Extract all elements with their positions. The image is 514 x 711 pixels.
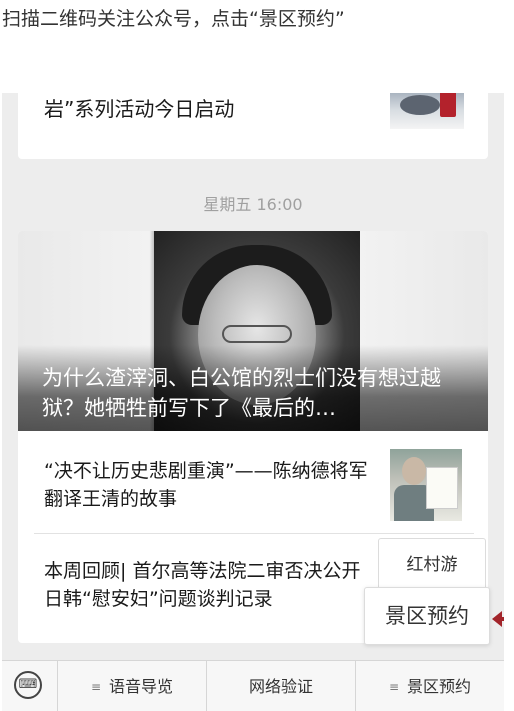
article-thumbnail bbox=[390, 93, 464, 129]
list-item[interactable]: “决不让历史悲剧重演”——陈纳德将军翻译王清的故事 bbox=[44, 457, 374, 513]
keyboard-toggle-button[interactable]: ⌨ bbox=[2, 661, 58, 711]
article-title: 岩”系列活动今日启动 bbox=[44, 97, 235, 121]
menu-lines-icon: ≡ bbox=[388, 680, 400, 694]
divider bbox=[34, 533, 474, 534]
menu-item-scenic-booking[interactable]: 景区预约 bbox=[364, 587, 490, 645]
hero-article-title: 为什么渣滓洞、白公馆的烈士们没有想过越狱？她牺牲前写下了《最后的… bbox=[42, 366, 441, 420]
official-account-menu-bar: ⌨ ≡ 语音导览 网络验证 ≡ 景区预约 bbox=[2, 660, 504, 711]
menu-label: 网络验证 bbox=[248, 677, 313, 696]
menu-audio-guide[interactable]: ≡ 语音导览 bbox=[58, 661, 207, 711]
menu-label: 语音导览 bbox=[109, 677, 174, 696]
menu-network-verify[interactable]: 网络验证 bbox=[207, 661, 356, 711]
wechat-chat-view: 岩”系列活动今日启动 星期五 16:00 为什么渣滓洞、白公馆的烈士们没有想过越… bbox=[2, 93, 504, 711]
instruction-text: 扫描二维码关注公众号，点击“景区预约” bbox=[2, 8, 345, 30]
keyboard-icon: ⌨ bbox=[14, 671, 42, 699]
article-thumbnail bbox=[390, 449, 462, 521]
article-card-previous[interactable]: 岩”系列活动今日启动 bbox=[18, 93, 488, 159]
menu-lines-icon: ≡ bbox=[90, 680, 102, 694]
pointer-arrow-tail bbox=[501, 617, 504, 621]
menu-item-red-village-tour[interactable]: 红村游 bbox=[378, 538, 486, 592]
message-timestamp: 星期五 16:00 bbox=[203, 195, 303, 214]
menu-label: 景区预约 bbox=[407, 677, 472, 696]
hero-article[interactable]: 为什么渣滓洞、白公馆的烈士们没有想过越狱？她牺牲前写下了《最后的… bbox=[18, 231, 488, 431]
list-item[interactable]: 本周回顾| 首尔高等法院二审否决公开 日韩“慰安妇”问题谈判记录 bbox=[44, 557, 374, 613]
menu-scenic-booking[interactable]: ≡ 景区预约 bbox=[356, 661, 504, 711]
